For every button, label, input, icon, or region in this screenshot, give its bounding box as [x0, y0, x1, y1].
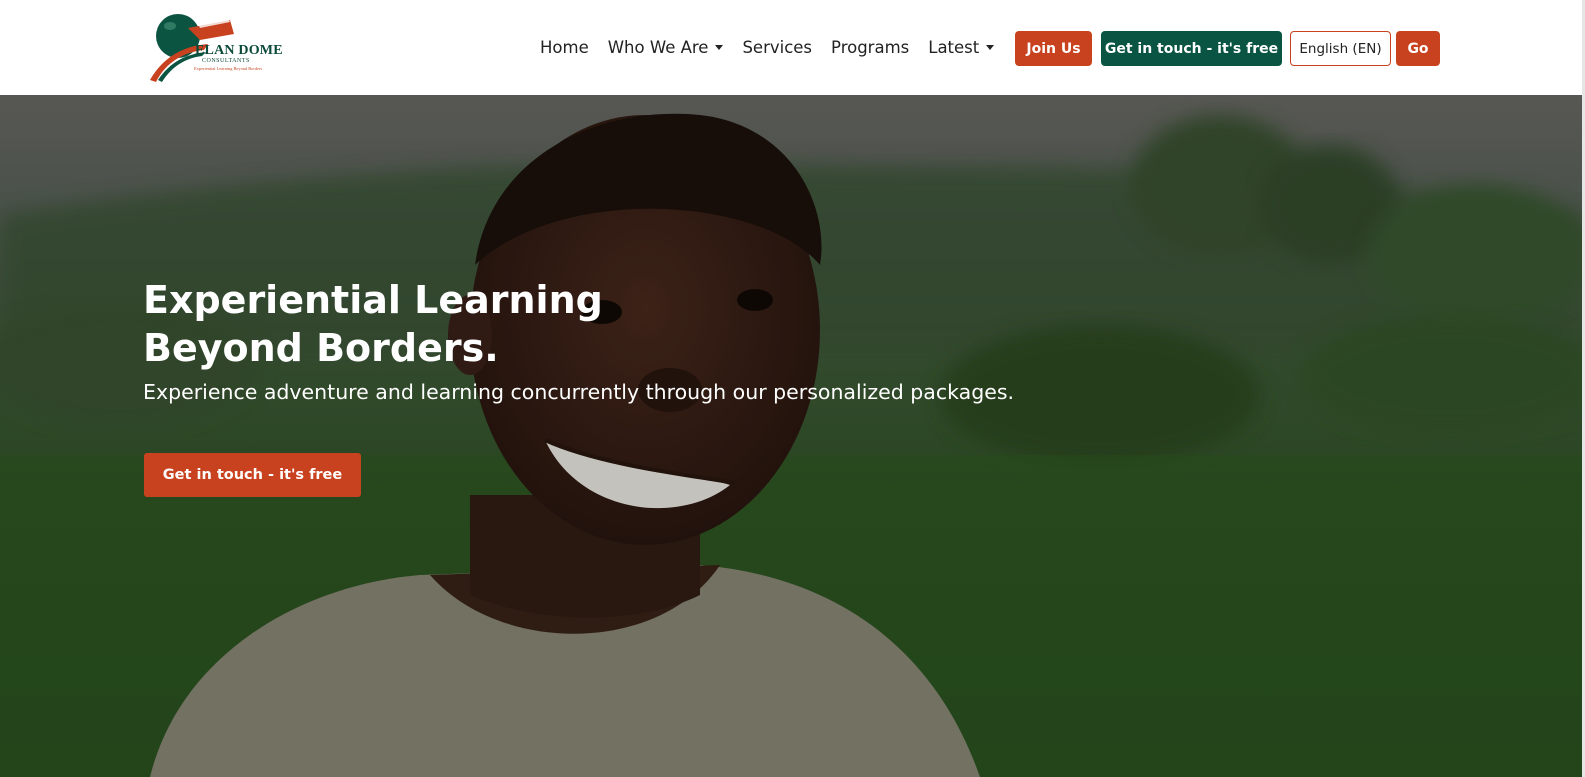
nav-item-label: Services [742, 38, 813, 57]
logo-tagline: Experiential Learning Beyond Borders [194, 66, 263, 71]
main-nav: Home Who We Are Services Programs Latest [540, 0, 1013, 95]
hero-overlay [0, 95, 1585, 777]
nav-item-home[interactable]: Home [540, 38, 589, 57]
join-us-button[interactable]: Join Us [1015, 31, 1092, 66]
get-in-touch-button[interactable]: Get in touch - it's free [1101, 31, 1282, 66]
nav-item-label: Who We Are [607, 38, 709, 57]
nav-item-label: Home [540, 38, 589, 57]
nav-item-who-we-are[interactable]: Who We Are [608, 38, 724, 57]
nav-item-latest[interactable]: Latest [928, 38, 995, 57]
caret-down-icon [986, 45, 995, 50]
nav-item-label: Programs [831, 38, 910, 57]
site-header: ELAN DOME CONSULTANTS Experiential Learn… [0, 0, 1585, 95]
go-button[interactable]: Go [1396, 31, 1440, 66]
nav-item-programs[interactable]: Programs [831, 38, 909, 57]
nav-item-services[interactable]: Services [742, 38, 812, 57]
hero-title: Experiential Learning Beyond Borders. [143, 278, 603, 370]
logo-name: ELAN DOME [195, 43, 283, 58]
hero-section: Experiential Learning Beyond Borders. Ex… [0, 95, 1585, 777]
site-logo[interactable]: ELAN DOME CONSULTANTS Experiential Learn… [150, 10, 283, 86]
caret-down-icon [715, 45, 724, 50]
hero-subtitle: Experience adventure and learning concur… [143, 380, 1015, 404]
language-select[interactable]: English (EN) [1290, 31, 1391, 66]
nav-item-label: Latest [928, 38, 980, 57]
logo-subtitle: CONSULTANTS [202, 58, 250, 64]
hero-cta-button[interactable]: Get in touch - it's free [144, 453, 361, 497]
